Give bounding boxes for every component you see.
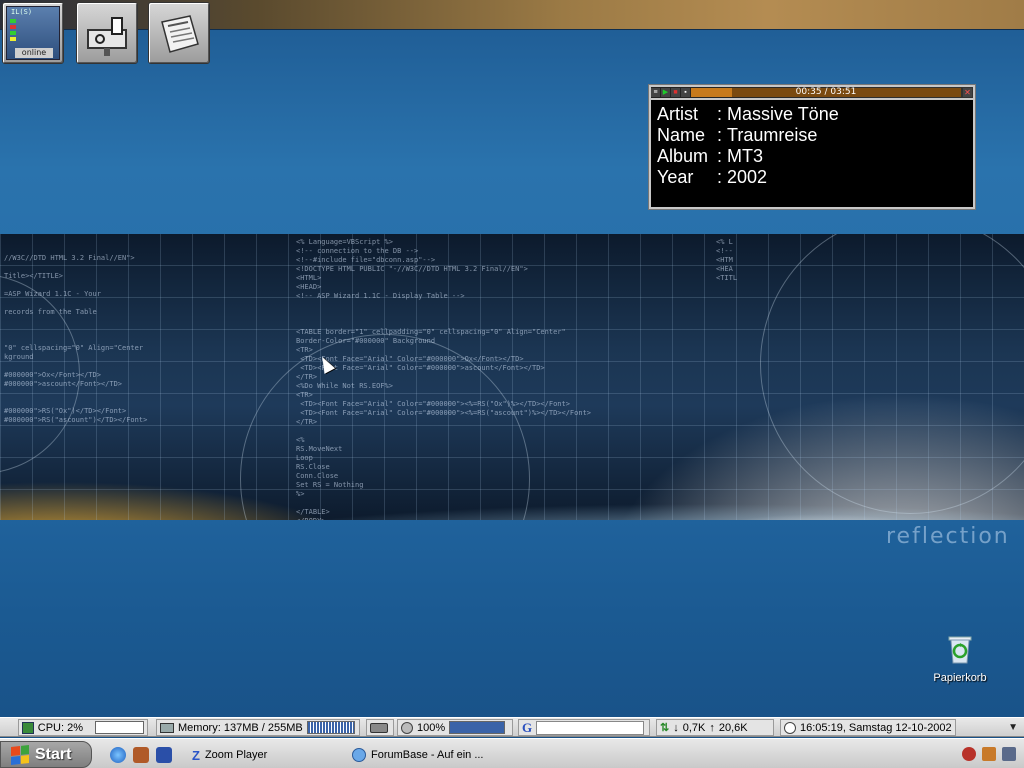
volume-fill [450,722,505,733]
clock-text: 16:05:19, Samstag 12-10-2002 [800,721,952,734]
wallpaper-word: reflection [886,524,1010,549]
up-arrow-icon: ↑ [709,721,715,734]
track-label: Artist [657,104,699,124]
network-segment[interactable]: ⇅ ↓ 0,7K ↑ 20,6K [656,719,774,736]
wallpaper-code: <% Language=VBScript %> <!-- connection … [296,238,592,520]
clock-segment[interactable]: 16:05:19, Samstag 12-10-2002 [780,719,956,736]
task-zoom-player[interactable]: Z Zoom Player [186,743,342,767]
monitor-text: IL(S) [11,8,33,16]
track-row-year: Year : 2002 [657,167,967,188]
wallpaper-code: <% L <!-- <HTM <HEA <TITL [716,238,738,282]
wallpaper-code: //W3C//DTD HTML 3.2 Final//EN"> Title></… [4,254,148,424]
recycle-bin-icon [946,632,974,664]
memory-meter [306,721,355,734]
track-label: Year [657,167,694,187]
drive-icon [370,722,388,733]
show-desktop-icon[interactable] [156,747,172,763]
track-value: Traumreise [727,125,818,145]
google-search-segment[interactable]: G [518,719,650,736]
track-label: Album [657,146,709,166]
player-track-info: Artist : Massive Töne Name : Traumreise … [651,100,973,207]
recycle-bin[interactable]: Papierkorb [928,632,992,684]
stop-icon[interactable]: ■ [671,88,680,97]
mailbox-icon[interactable] [76,2,138,64]
task-label: ForumBase - Auf ein ... [371,749,484,761]
tray-network-icon[interactable] [1002,747,1016,761]
track-row-name: Name : Traumreise [657,125,967,146]
player-control-bar: ≡ ▶ ■ ▪ 00:35 / 03:51 ✕ [651,87,973,98]
start-button[interactable]: Start [0,741,92,768]
lamp-green-icon [10,19,16,23]
memory-segment[interactable]: Memory: 137MB / 255MB [156,719,360,736]
net-up-text: 20,6K [718,721,748,734]
player-time: 00:35 / 03:51 [795,87,857,97]
track-row-album: Album : MT3 [657,146,967,167]
clock-icon [784,721,796,734]
play-icon[interactable]: ▶ [661,88,670,97]
track-value: MT3 [727,146,763,166]
network-monitor-icon[interactable]: IL(S) online [2,2,64,64]
track-separator: : [717,146,723,166]
tray-app-icon[interactable] [962,747,976,761]
media-app-icon[interactable] [133,747,149,763]
recycle-bin-label: Papierkorb [933,672,987,684]
newspaper-glyph [161,15,199,53]
music-player-widget[interactable]: ≡ ▶ ■ ▪ 00:35 / 03:51 ✕ Artist : Massive… [648,84,976,210]
network-traffic-icon: ⇅ [660,722,670,734]
track-label: Name [657,125,706,145]
memory-text: Memory: 137MB / 255MB [178,721,303,734]
track-value: Massive Töne [727,104,839,124]
chevron-down-icon[interactable]: ▼ [1008,722,1018,733]
speaker-icon [401,721,413,734]
track-separator: : [717,167,723,187]
zoom-player-icon: Z [192,747,200,763]
eject-icon[interactable]: ▪ [681,88,690,97]
newspaper-icon[interactable] [148,2,210,64]
lamp-green-icon [10,31,16,35]
track-value: 2002 [727,167,768,187]
start-label: Start [35,745,72,763]
lamp-yellow-icon [10,37,16,41]
online-label: online [15,48,53,58]
volume-text: 100% [417,721,446,734]
track-separator: : [717,104,723,124]
lamp-red-icon [10,25,16,29]
monitor-face: IL(S) online [6,6,60,60]
tray-app-icon[interactable] [982,747,996,761]
wallpaper-band: //W3C//DTD HTML 3.2 Final//EN"> Title></… [0,234,1024,520]
down-arrow-icon: ↓ [673,721,679,734]
drive-segment[interactable] [366,719,394,736]
memory-icon [160,722,174,733]
browser-icon [352,748,366,762]
volume-meter[interactable] [449,721,506,734]
task-forumbase[interactable]: ForumBase - Auf ein ... [346,743,536,767]
track-row-artist: Artist : Massive Töne [657,104,967,125]
cpu-text: CPU: 2% [37,721,84,734]
player-menu-icon[interactable]: ≡ [651,88,660,97]
task-label: Zoom Player [204,749,268,761]
windows-logo-icon [11,744,29,765]
cpu-meter [95,721,144,734]
internet-explorer-icon[interactable] [110,747,126,763]
cpu-icon [22,721,34,734]
close-icon[interactable]: ✕ [963,88,972,97]
volume-segment[interactable]: 100% [397,719,513,736]
google-search-input[interactable] [536,720,645,735]
mailbox-glyph [87,17,127,56]
google-icon: G [522,719,533,735]
net-down-text: 0,7K [682,721,706,734]
system-info-bar: CPU: 2% Memory: 137MB / 255MB 100% G ⇅ ↓… [0,717,1024,737]
track-separator: : [717,125,723,145]
taskbar: Start Z Zoom Player ForumBase - Auf ein … [0,738,1024,768]
cpu-segment[interactable]: CPU: 2% [18,719,148,736]
